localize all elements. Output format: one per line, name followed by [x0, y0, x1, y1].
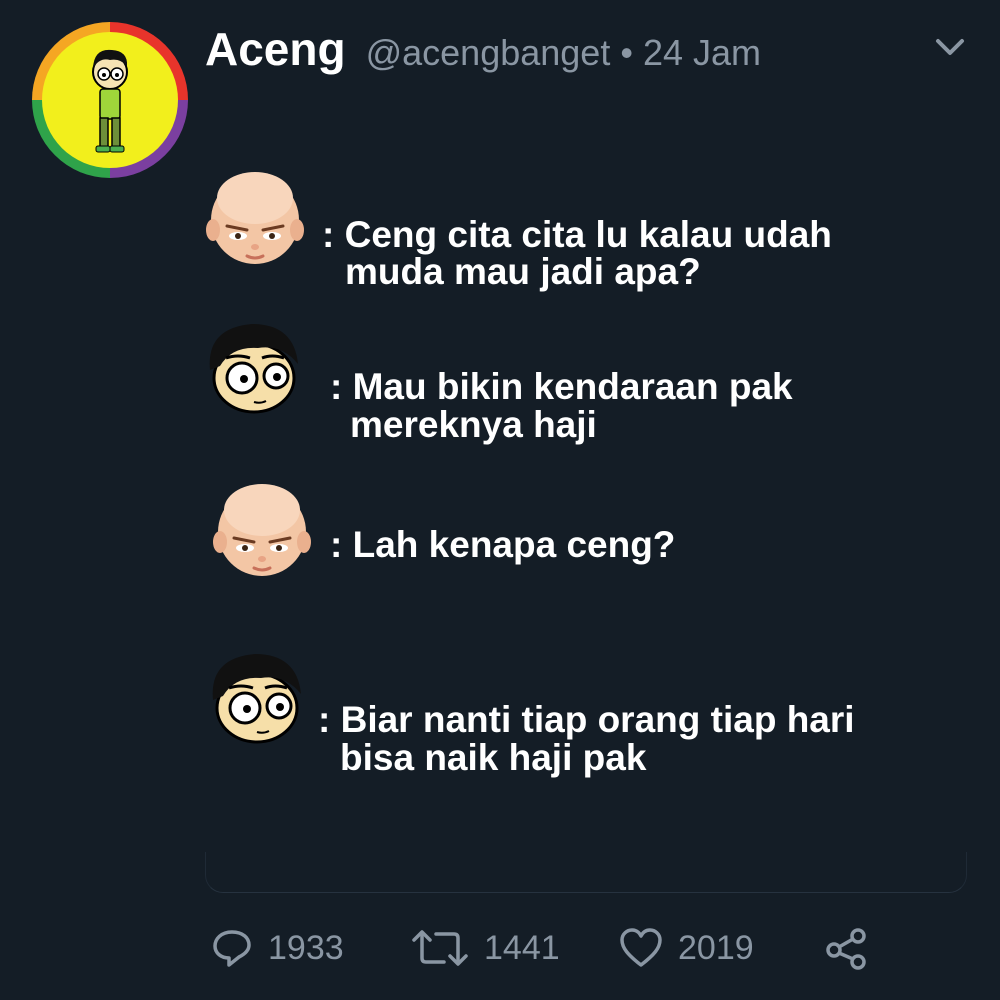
message-line: mereknya haji — [350, 404, 597, 445]
timestamp[interactable]: 24 Jam — [643, 32, 761, 74]
share-button[interactable] — [822, 920, 870, 976]
reply-count: 1933 — [268, 928, 344, 967]
heart-icon — [620, 928, 662, 967]
boss-baby-face — [206, 172, 304, 264]
aceng-face — [209, 324, 298, 414]
user-handle[interactable]: @acengbanget — [366, 32, 611, 74]
display-name[interactable]: Aceng — [205, 22, 346, 76]
message-line: : Biar nanti tiap orang tiap hari — [318, 699, 855, 740]
retweet-button[interactable]: 1441 — [410, 920, 560, 976]
retweet-icon — [412, 930, 468, 966]
message-line: : Lah kenapa ceng? — [330, 524, 676, 565]
reply-icon — [213, 930, 251, 967]
message-line: muda mau jadi apa? — [345, 251, 701, 292]
reply-button[interactable]: 1933 — [210, 920, 344, 976]
share-icon — [826, 928, 866, 970]
like-count: 2019 — [678, 928, 754, 967]
tweet-header: Aceng @acengbanget • 24 Jam — [205, 22, 761, 86]
message-line: : Mau bikin kendaraan pak — [330, 366, 793, 407]
message-line: : Ceng cita cita lu kalau udah — [322, 214, 832, 255]
aceng-face — [212, 654, 301, 744]
media-card-edge — [205, 852, 967, 893]
chevron-down-icon[interactable] — [930, 32, 970, 62]
message-line: bisa naik haji pak — [340, 737, 647, 778]
retweet-count: 1441 — [484, 928, 560, 967]
profile-avatar[interactable] — [30, 20, 190, 180]
separator-dot: • — [620, 32, 633, 73]
boss-baby-face — [213, 484, 311, 576]
like-button[interactable]: 2019 — [618, 920, 754, 976]
tweet-screen: Aceng @acengbanget • 24 Jam : Ceng cita … — [0, 0, 1000, 1000]
